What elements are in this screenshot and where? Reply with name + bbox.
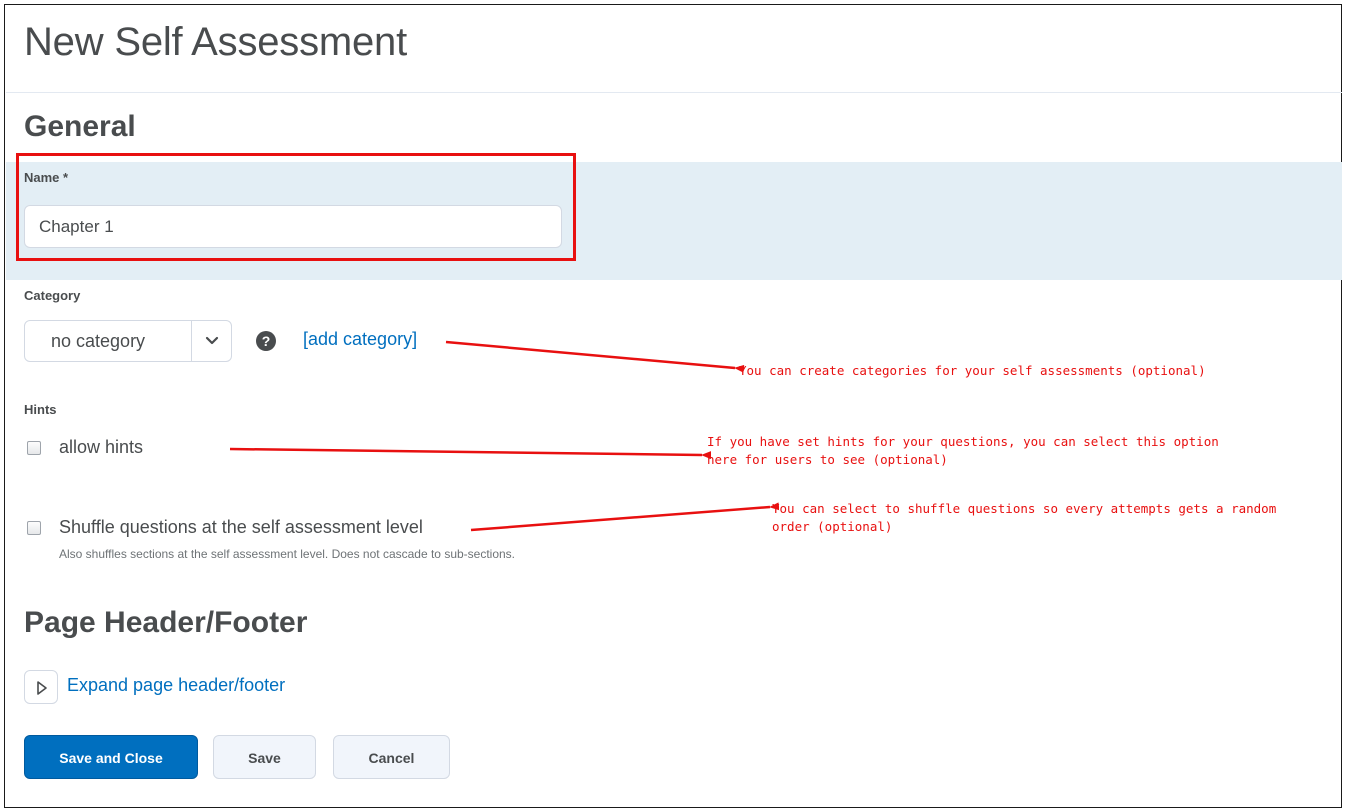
shuffle-questions-checkbox[interactable]: [27, 521, 41, 535]
category-select[interactable]: no category: [24, 320, 232, 362]
expand-header-footer-link[interactable]: Expand page header/footer: [67, 675, 285, 696]
help-icon[interactable]: ?: [256, 331, 276, 351]
cancel-button[interactable]: Cancel: [333, 735, 450, 779]
shuffle-questions-description: Also shuffles sections at the self asses…: [59, 547, 516, 561]
title-divider: [6, 92, 1342, 93]
expand-header-footer-button[interactable]: [24, 670, 58, 704]
shuffle-annotation-line-1: You can select to shuffle questions so e…: [772, 501, 1277, 516]
shuffle-annotation-line-2: order (optional): [772, 519, 893, 534]
category-annotation: You can create categories for your self …: [739, 362, 1206, 380]
page-title: New Self Assessment: [24, 20, 408, 64]
category-selected-value: no category: [51, 331, 146, 351]
hints-annotation: If you have set hints for your questions…: [707, 433, 1219, 469]
general-heading: General: [24, 110, 136, 143]
annotation-highlight-box: [16, 153, 576, 261]
category-label: Category: [24, 288, 81, 303]
shuffle-questions-label[interactable]: Shuffle questions at the self assessment…: [59, 517, 423, 538]
category-annotation-text: You can create categories for your self …: [739, 363, 1206, 378]
hints-annotation-line-2: here for users to see (optional): [707, 452, 948, 467]
save-and-close-button[interactable]: Save and Close: [24, 735, 198, 779]
hints-annotation-line-1: If you have set hints for your questions…: [707, 434, 1219, 449]
shuffle-annotation: You can select to shuffle questions so e…: [772, 500, 1276, 536]
allow-hints-checkbox[interactable]: [27, 441, 41, 455]
page-header-footer-heading: Page Header/Footer: [24, 606, 308, 639]
hints-label: Hints: [24, 402, 57, 417]
triangle-right-icon: [37, 681, 47, 695]
save-button[interactable]: Save: [213, 735, 316, 779]
allow-hints-label[interactable]: allow hints: [59, 437, 143, 458]
select-divider: [191, 321, 192, 361]
chevron-down-icon: [205, 336, 219, 345]
add-category-link[interactable]: [add category]: [303, 329, 417, 350]
